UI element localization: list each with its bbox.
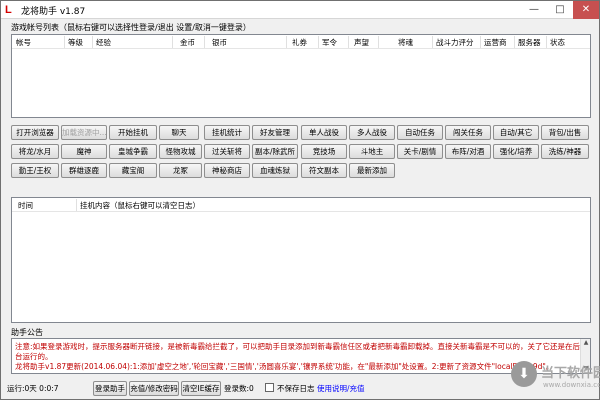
auto-other-button[interactable]: 自动/其它 xyxy=(493,125,539,140)
column-soul[interactable]: 将魂 xyxy=(398,37,413,48)
bag-sell-button[interactable]: 背包/出售 xyxy=(541,125,589,140)
download-logo-icon: ⬇ xyxy=(511,361,537,387)
auto-task-button[interactable]: 自动任务 xyxy=(397,125,443,140)
column-exp[interactable]: 经验 xyxy=(96,37,111,48)
enhance-train-button[interactable]: 强化/培养 xyxy=(493,144,539,159)
site-watermark: ⬇ 当下软件园 www.downxia.com xyxy=(511,359,600,397)
refine-artifact-button[interactable]: 洗练/神器 xyxy=(541,144,589,159)
dragon-tomb-button[interactable]: 龙冢 xyxy=(159,163,202,178)
notice-line-3: 龙将助手v1.87更新(2014.06.04):1:添加'虚空之地','轮回宝藏… xyxy=(15,362,554,371)
column-operator[interactable]: 运营商 xyxy=(484,37,507,48)
imperial-city-button[interactable]: 皇城争霸 xyxy=(109,144,157,159)
start-hangup-button[interactable]: 开始挂机 xyxy=(109,125,157,140)
notice-box[interactable]: 注意:如果登录游戏时，提示服务器断开链接，是被新毒霸给拦截了，可以把助手目录添加… xyxy=(11,338,591,374)
maximize-button[interactable]: □ xyxy=(547,1,573,19)
formation-wine-button[interactable]: 布阵/对酒 xyxy=(445,144,491,159)
multi-battle-button[interactable]: 多人战役 xyxy=(349,125,395,140)
window-title: 龙将助手 v1.87 xyxy=(21,7,86,17)
column-prestige[interactable]: 声望 xyxy=(354,37,369,48)
heroes-chase-button[interactable]: 群雄逐鹿 xyxy=(61,163,107,178)
dungeon-martial-button[interactable]: 副本/除武所 xyxy=(252,144,298,159)
no-save-log-label[interactable]: 不保存日志 xyxy=(277,381,315,396)
column-server[interactable]: 服务器 xyxy=(518,37,541,48)
column-account[interactable]: 帐号 xyxy=(16,37,31,48)
watermark-text: 当下软件园 xyxy=(541,366,600,381)
open-browser-button[interactable]: 打开浏览器 xyxy=(11,125,59,140)
login-helper-button[interactable]: 登录助手 xyxy=(93,381,127,396)
arena-button[interactable]: 竞技场 xyxy=(301,144,347,159)
solo-battle-button[interactable]: 单人战役 xyxy=(301,125,347,140)
load-resources-button[interactable]: 加载资源中... xyxy=(61,125,107,140)
close-button[interactable]: ✕ xyxy=(573,1,599,19)
mystery-shop-button[interactable]: 神秘商店 xyxy=(204,163,250,178)
chat-button[interactable]: 聊天 xyxy=(159,125,199,140)
column-power[interactable]: 战斗力评分 xyxy=(436,37,474,48)
hangup-stats-button[interactable]: 挂机统计 xyxy=(204,125,250,140)
monster-siege-button[interactable]: 怪物攻城 xyxy=(159,144,202,159)
app-window: L 龙将助手 v1.87 — □ ✕ 游戏帐号列表（鼠标右键可以选择性登录/退出… xyxy=(0,0,600,400)
runtime-text: 运行:0天 0:0:7 xyxy=(7,384,59,393)
log-list[interactable]: 时间 挂机内容（鼠标右键可以清空日志） xyxy=(11,197,591,323)
column-level[interactable]: 等级 xyxy=(68,37,83,48)
stage-story-button[interactable]: 关卡/剧情 xyxy=(397,144,443,159)
demon-god-button[interactable]: 魔神 xyxy=(61,144,107,159)
account-list-header: 帐号 等级 经验 金币 银币 礼券 军令 声望 将魂 战斗力评分 运营商 服务器… xyxy=(12,35,590,49)
recharge-password-button[interactable]: 充值/修改密码 xyxy=(129,381,179,396)
landlord-button[interactable]: 斗地主 xyxy=(349,144,395,159)
app-logo-icon: L xyxy=(5,4,12,16)
king-power-button[interactable]: 勤王/王权 xyxy=(11,163,59,178)
minimize-button[interactable]: — xyxy=(521,1,547,19)
pass-general-button[interactable]: 过关斩将 xyxy=(204,144,250,159)
account-list-label: 游戏帐号列表（鼠标右键可以选择性登录/退出 设置/取消一键登录） xyxy=(11,23,251,32)
friends-button[interactable]: 好友管理 xyxy=(252,125,298,140)
column-silver[interactable]: 银币 xyxy=(212,37,227,48)
rune-dungeon-button[interactable]: 符文副本 xyxy=(301,163,347,178)
column-voucher[interactable]: 礼券 xyxy=(292,37,307,48)
blood-soul-button[interactable]: 血魂炼狱 xyxy=(252,163,298,178)
scroll-up-icon[interactable]: ▲ xyxy=(581,339,591,347)
column-log-content[interactable]: 挂机内容（鼠标右键可以清空日志） xyxy=(80,200,200,211)
treasure-pavilion-button[interactable]: 藏宝阁 xyxy=(109,163,157,178)
column-status[interactable]: 状态 xyxy=(550,37,565,48)
title-bar[interactable]: L 龙将助手 v1.87 — □ ✕ xyxy=(1,1,599,19)
no-save-log-checkbox[interactable] xyxy=(265,383,274,392)
column-gold[interactable]: 金币 xyxy=(180,37,195,48)
help-recharge-link[interactable]: 使用说明/充值 xyxy=(317,381,365,396)
clear-ie-cache-button[interactable]: 清空IE缓存 xyxy=(181,381,221,396)
notice-label: 助手公告 xyxy=(11,328,43,337)
login-count-text: 登录数:0 xyxy=(224,384,254,393)
latest-added-button[interactable]: 最新添加 xyxy=(349,163,395,178)
stage-task-button[interactable]: 闯关任务 xyxy=(445,125,491,140)
dragon-moon-button[interactable]: 将龙/水月 xyxy=(11,144,59,159)
log-list-header: 时间 挂机内容（鼠标右键可以清空日志） xyxy=(12,198,590,212)
column-order[interactable]: 军令 xyxy=(322,37,337,48)
notice-line-1: 注意:如果登录游戏时，提示服务器断开链接，是被新毒霸给拦截了，可以把助手目录添加… xyxy=(15,342,581,351)
watermark-url: www.downxia.com xyxy=(543,381,600,389)
account-list[interactable]: 帐号 等级 经验 金币 银币 礼券 军令 声望 将魂 战斗力评分 运营商 服务器… xyxy=(11,34,591,118)
column-time[interactable]: 时间 xyxy=(18,200,33,211)
